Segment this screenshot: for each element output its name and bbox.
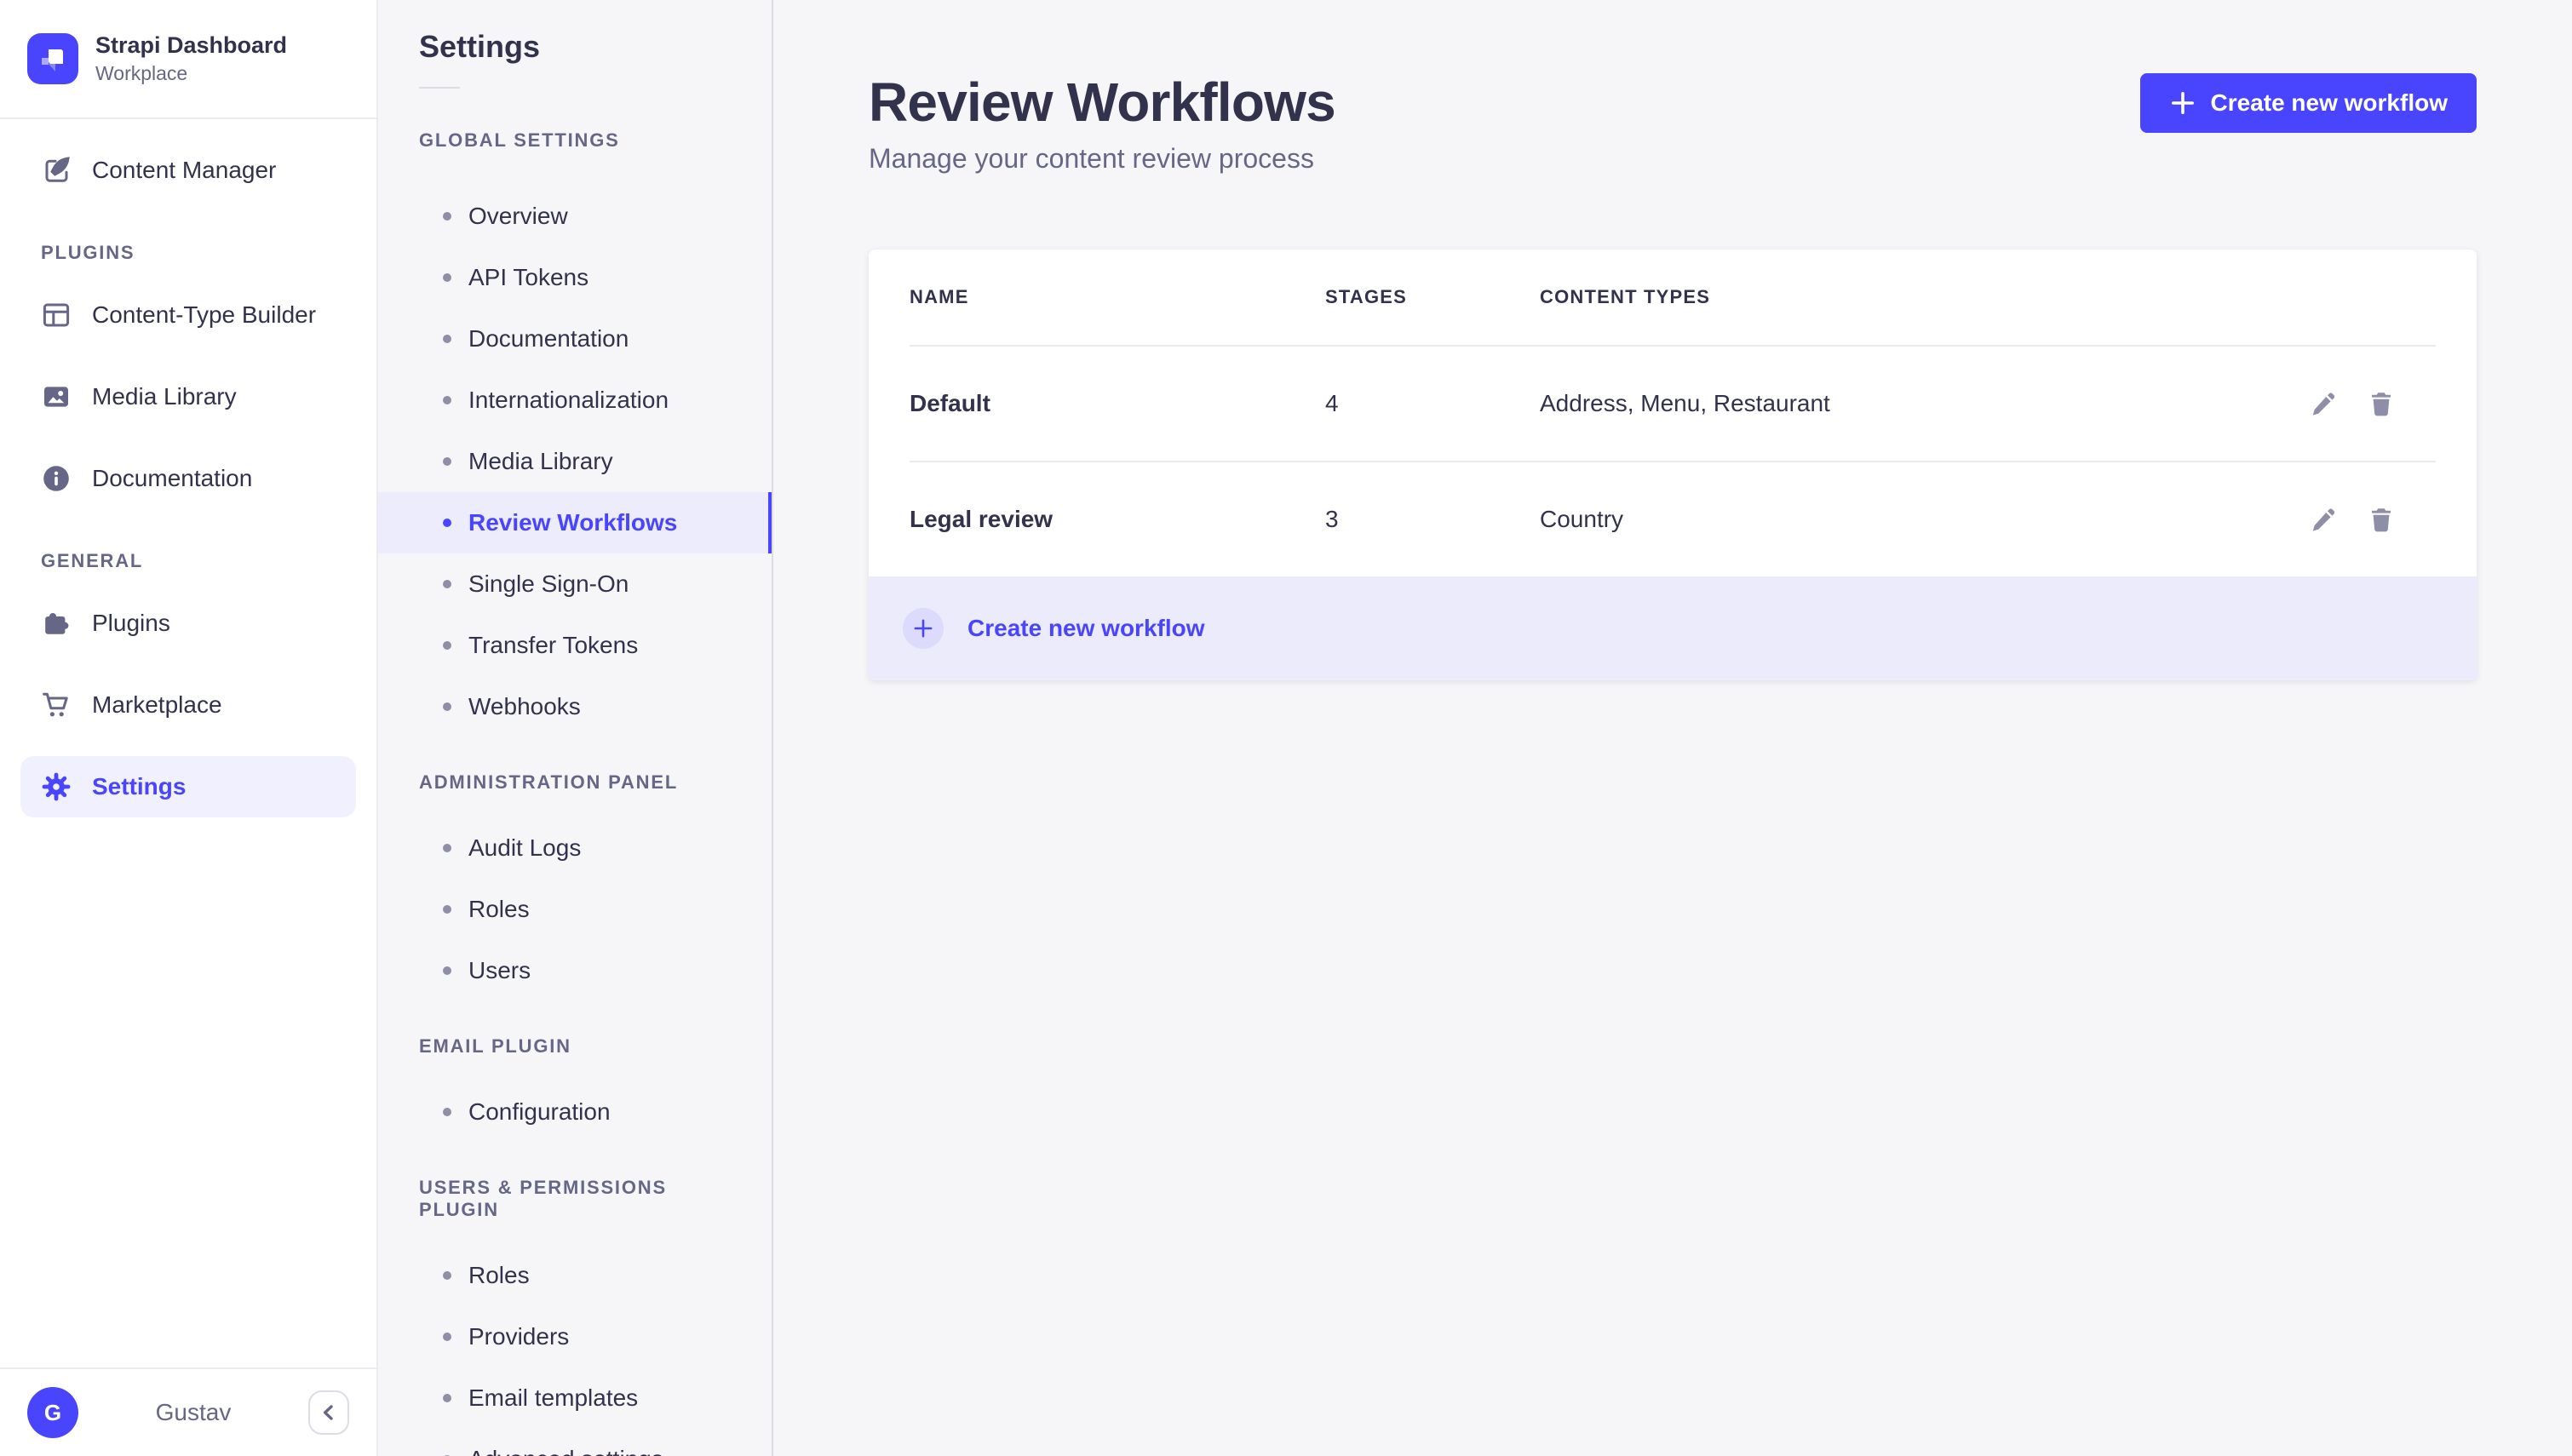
sidebar-item-documentation[interactable]: Documentation	[20, 448, 356, 509]
delete-workflow-button[interactable]	[2368, 390, 2395, 417]
subnav-item-overview[interactable]: Overview	[378, 186, 772, 247]
workflows-table: NAME STAGES CONTENT TYPES Default 4 Addr…	[869, 249, 2477, 680]
page-subtitle: Manage your content review process	[869, 143, 1314, 174]
plus-icon	[2169, 89, 2196, 117]
puzzle-icon	[41, 608, 72, 639]
plus-circle-icon	[903, 608, 944, 649]
column-header-content-types: CONTENT TYPES	[1540, 286, 1711, 307]
pencil-icon	[2310, 506, 2337, 533]
nav-section-plugins: PLUGINS	[41, 242, 135, 263]
subnav-item-email-configuration[interactable]: Configuration	[378, 1081, 772, 1143]
subnav-item-audit-logs[interactable]: Audit Logs	[378, 817, 772, 879]
subnav-item-admin-roles[interactable]: Roles	[378, 879, 772, 940]
workflow-stages: 3	[1325, 506, 1339, 532]
sidebar-item-marketplace[interactable]: Marketplace	[20, 674, 356, 736]
subnav-title: Settings	[419, 29, 541, 64]
shopping-cart-icon	[41, 690, 72, 720]
workflow-stages: 4	[1325, 390, 1339, 416]
subnav-item-transfer-tokens[interactable]: Transfer Tokens	[378, 615, 772, 676]
gear-icon	[41, 771, 72, 802]
create-workflow-button-label: Create new workflow	[2210, 89, 2448, 116]
layout-grid-icon	[41, 300, 72, 330]
edit-workflow-button[interactable]	[2310, 506, 2337, 533]
trash-icon	[2368, 506, 2395, 533]
subnav-item-review-workflows[interactable]: Review Workflows	[378, 492, 772, 553]
divider	[419, 87, 460, 89]
settings-subnav: Settings GLOBAL SETTINGS Overview API To…	[378, 0, 773, 1456]
create-workflow-button[interactable]: Create new workflow	[2140, 73, 2477, 133]
main-sidebar: Strapi Dashboard Workplace Content Manag…	[0, 0, 378, 1456]
sidebar-item-settings[interactable]: Settings	[20, 756, 356, 817]
info-circle-icon	[41, 463, 72, 494]
subnav-item-admin-users[interactable]: Users	[378, 940, 772, 1001]
workflow-content-types: Country	[1540, 506, 1624, 532]
trash-icon	[2368, 390, 2395, 417]
table-footer-create-workflow[interactable]: Create new workflow	[869, 576, 2477, 680]
sidebar-item-label: Content Manager	[92, 157, 277, 183]
subnav-item-up-roles[interactable]: Roles	[378, 1245, 772, 1306]
feather-pen-icon	[41, 155, 72, 186]
subnav-item-webhooks[interactable]: Webhooks	[378, 676, 772, 737]
subnav-item-up-advanced-settings[interactable]: Advanced settings	[378, 1429, 772, 1456]
workflow-name: Legal review	[910, 506, 1053, 532]
subnav-section-users-permissions-plugin: USERS & PERMISSIONS PLUGIN	[419, 1177, 667, 1220]
sidebar-item-label: Content-Type Builder	[92, 301, 317, 328]
subnav-section-administration-panel: ADMINISTRATION PANEL	[419, 771, 679, 793]
picture-icon	[41, 381, 72, 412]
sidebar-item-label: Marketplace	[92, 691, 222, 718]
delete-workflow-button[interactable]	[2368, 506, 2395, 533]
nav-section-general: GENERAL	[41, 550, 144, 571]
chevron-left-icon	[319, 1402, 339, 1423]
workspace-switcher[interactable]: Strapi Dashboard Workplace	[0, 0, 376, 119]
table-row-legal-review[interactable]: Legal review 3 Country	[869, 462, 2477, 576]
sidebar-item-content-manager[interactable]: Content Manager	[20, 140, 356, 201]
table-header-row: NAME STAGES CONTENT TYPES	[869, 249, 2477, 345]
strapi-logo-icon	[27, 33, 78, 84]
subnav-item-documentation[interactable]: Documentation	[378, 308, 772, 370]
subnav-item-up-email-templates[interactable]: Email templates	[378, 1367, 772, 1429]
sidebar-item-label: Settings	[92, 773, 187, 800]
sidebar-item-content-type-builder[interactable]: Content-Type Builder	[20, 284, 356, 346]
column-header-stages: STAGES	[1325, 286, 1408, 307]
collapse-sidebar-button[interactable]	[308, 1390, 349, 1435]
workspace-subtitle: Workplace	[95, 62, 188, 85]
sidebar-item-media-library[interactable]: Media Library	[20, 366, 356, 427]
subnav-item-up-providers[interactable]: Providers	[378, 1306, 772, 1367]
main-content: Review Workflows Manage your content rev…	[773, 0, 2572, 1456]
sidebar-item-label: Media Library	[92, 383, 237, 410]
main-nav: Content Manager PLUGINS Content-Type Bui…	[0, 140, 376, 817]
subnav-item-single-sign-on[interactable]: Single Sign-On	[378, 553, 772, 615]
footer-create-workflow-label: Create new workflow	[967, 615, 1205, 641]
subnav-section-global-settings: GLOBAL SETTINGS	[419, 129, 620, 151]
column-header-name: NAME	[910, 286, 969, 307]
subnav-item-internationalization[interactable]: Internationalization	[378, 370, 772, 431]
user-name: Gustav	[155, 1399, 232, 1425]
sidebar-item-plugins[interactable]: Plugins	[20, 593, 356, 654]
sidebar-item-label: Documentation	[92, 465, 253, 491]
user-bar: G Gustav	[0, 1367, 376, 1456]
subnav-section-email-plugin: EMAIL PLUGIN	[419, 1035, 571, 1057]
workflow-content-types: Address, Menu, Restaurant	[1540, 390, 1830, 416]
sidebar-item-label: Plugins	[92, 610, 170, 636]
avatar[interactable]: G	[27, 1387, 78, 1438]
subnav-item-api-tokens[interactable]: API Tokens	[378, 247, 772, 308]
subnav-item-media-library[interactable]: Media Library	[378, 431, 772, 492]
table-row-default[interactable]: Default 4 Address, Menu, Restaurant	[869, 347, 2477, 461]
edit-workflow-button[interactable]	[2310, 390, 2337, 417]
pencil-icon	[2310, 390, 2337, 417]
workflow-name: Default	[910, 390, 990, 416]
workspace-title: Strapi Dashboard	[95, 32, 288, 59]
